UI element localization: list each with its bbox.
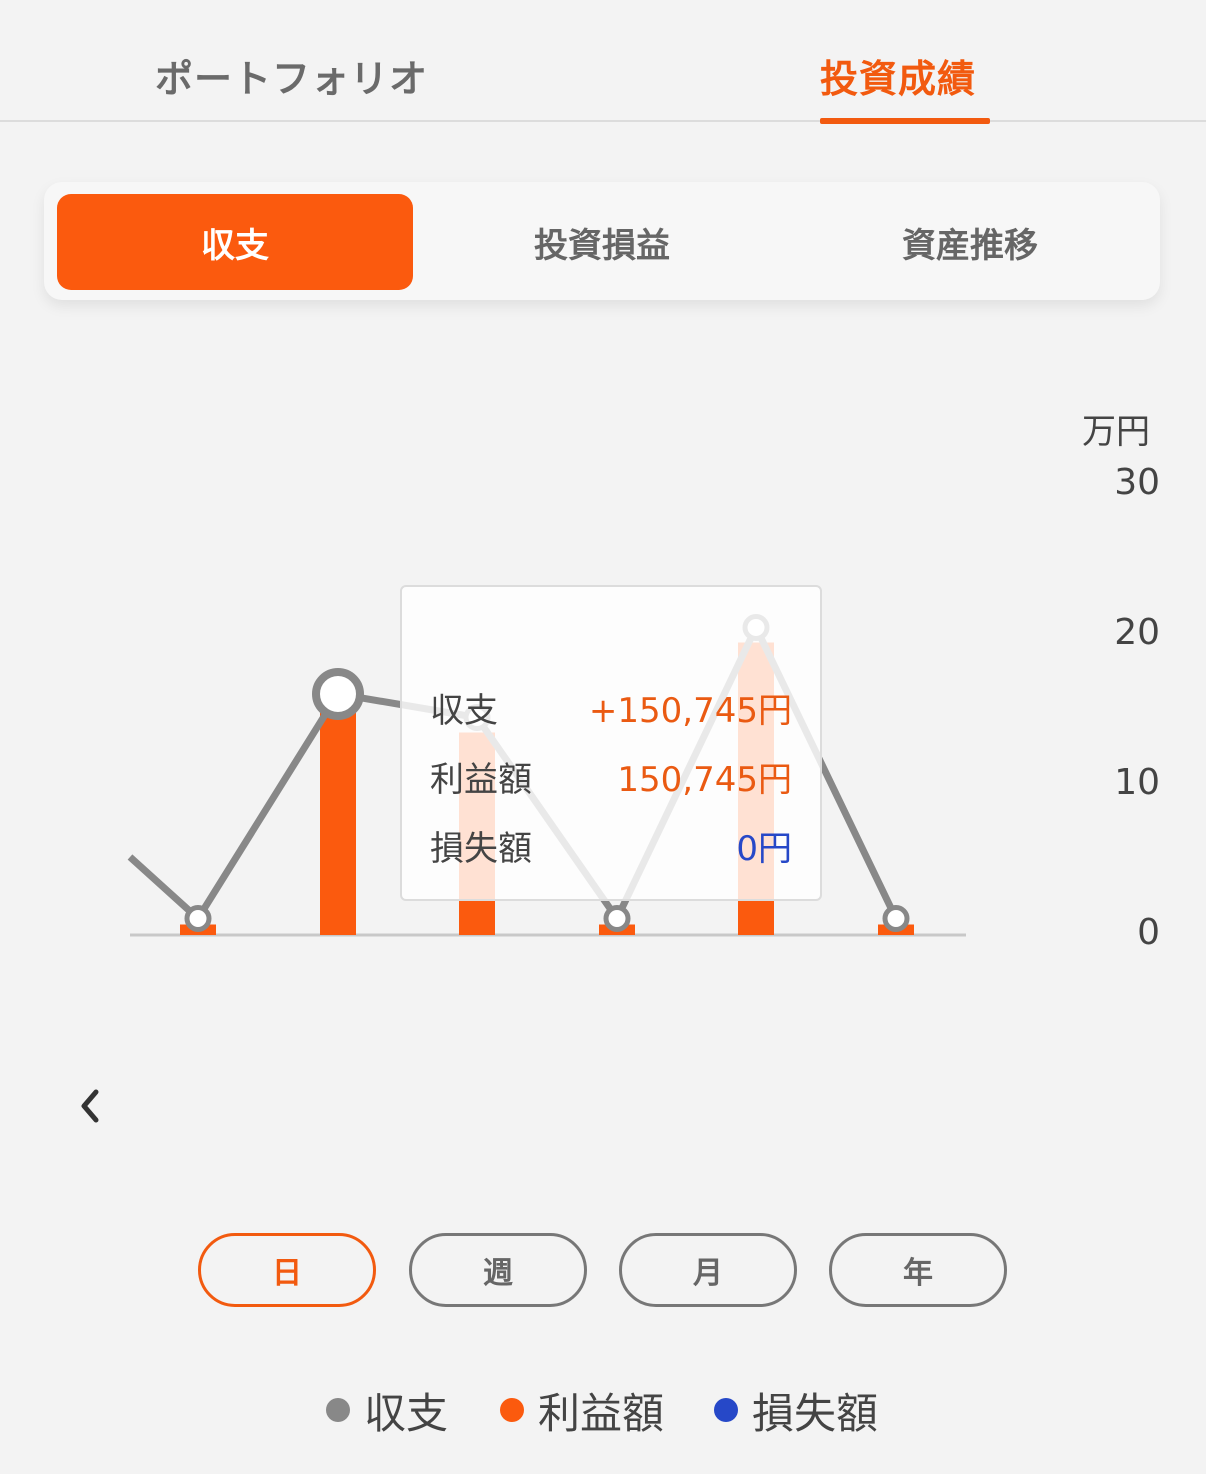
legend-dot	[500, 1398, 524, 1422]
tooltip-row-income: 収支 +150,745円	[430, 683, 792, 733]
tooltip-label: 収支	[430, 691, 498, 731]
tooltip-label: 損失額	[430, 829, 532, 869]
tooltip-value: 150,745円	[617, 760, 792, 800]
legend-label: 利益額	[538, 1388, 665, 1438]
period-week-button[interactable]: 週	[409, 1233, 587, 1307]
legend-label: 収支	[364, 1388, 449, 1438]
legend-label: 損失額	[752, 1388, 879, 1438]
legend-dot	[714, 1398, 738, 1422]
legend-item-profit: 利益額	[500, 1380, 664, 1440]
period-month-button[interactable]: 月	[619, 1233, 797, 1307]
chart-tooltip: 収支 +150,745円 利益額 150,745円 損失額 0円	[400, 585, 822, 901]
income-point	[184, 905, 212, 932]
income-point	[603, 905, 631, 932]
income-point	[882, 905, 910, 932]
tooltip-row-loss: 損失額 0円	[430, 821, 792, 871]
tooltip-label: 利益額	[430, 760, 532, 800]
tooltip-value: 0円	[736, 829, 792, 869]
selected-point	[312, 667, 364, 720]
profit-bar	[320, 708, 356, 935]
legend-item-loss: 損失額	[714, 1380, 878, 1440]
tooltip-row-profit: 利益額 150,745円	[430, 752, 792, 802]
chevron-left-icon[interactable]	[74, 1086, 108, 1126]
tooltip-value: +150,745円	[588, 691, 792, 731]
legend-item-income: 収支	[326, 1380, 448, 1440]
period-day-button[interactable]: 日	[198, 1233, 376, 1307]
legend-dot	[326, 1398, 350, 1422]
period-year-button[interactable]: 年	[829, 1233, 1007, 1307]
